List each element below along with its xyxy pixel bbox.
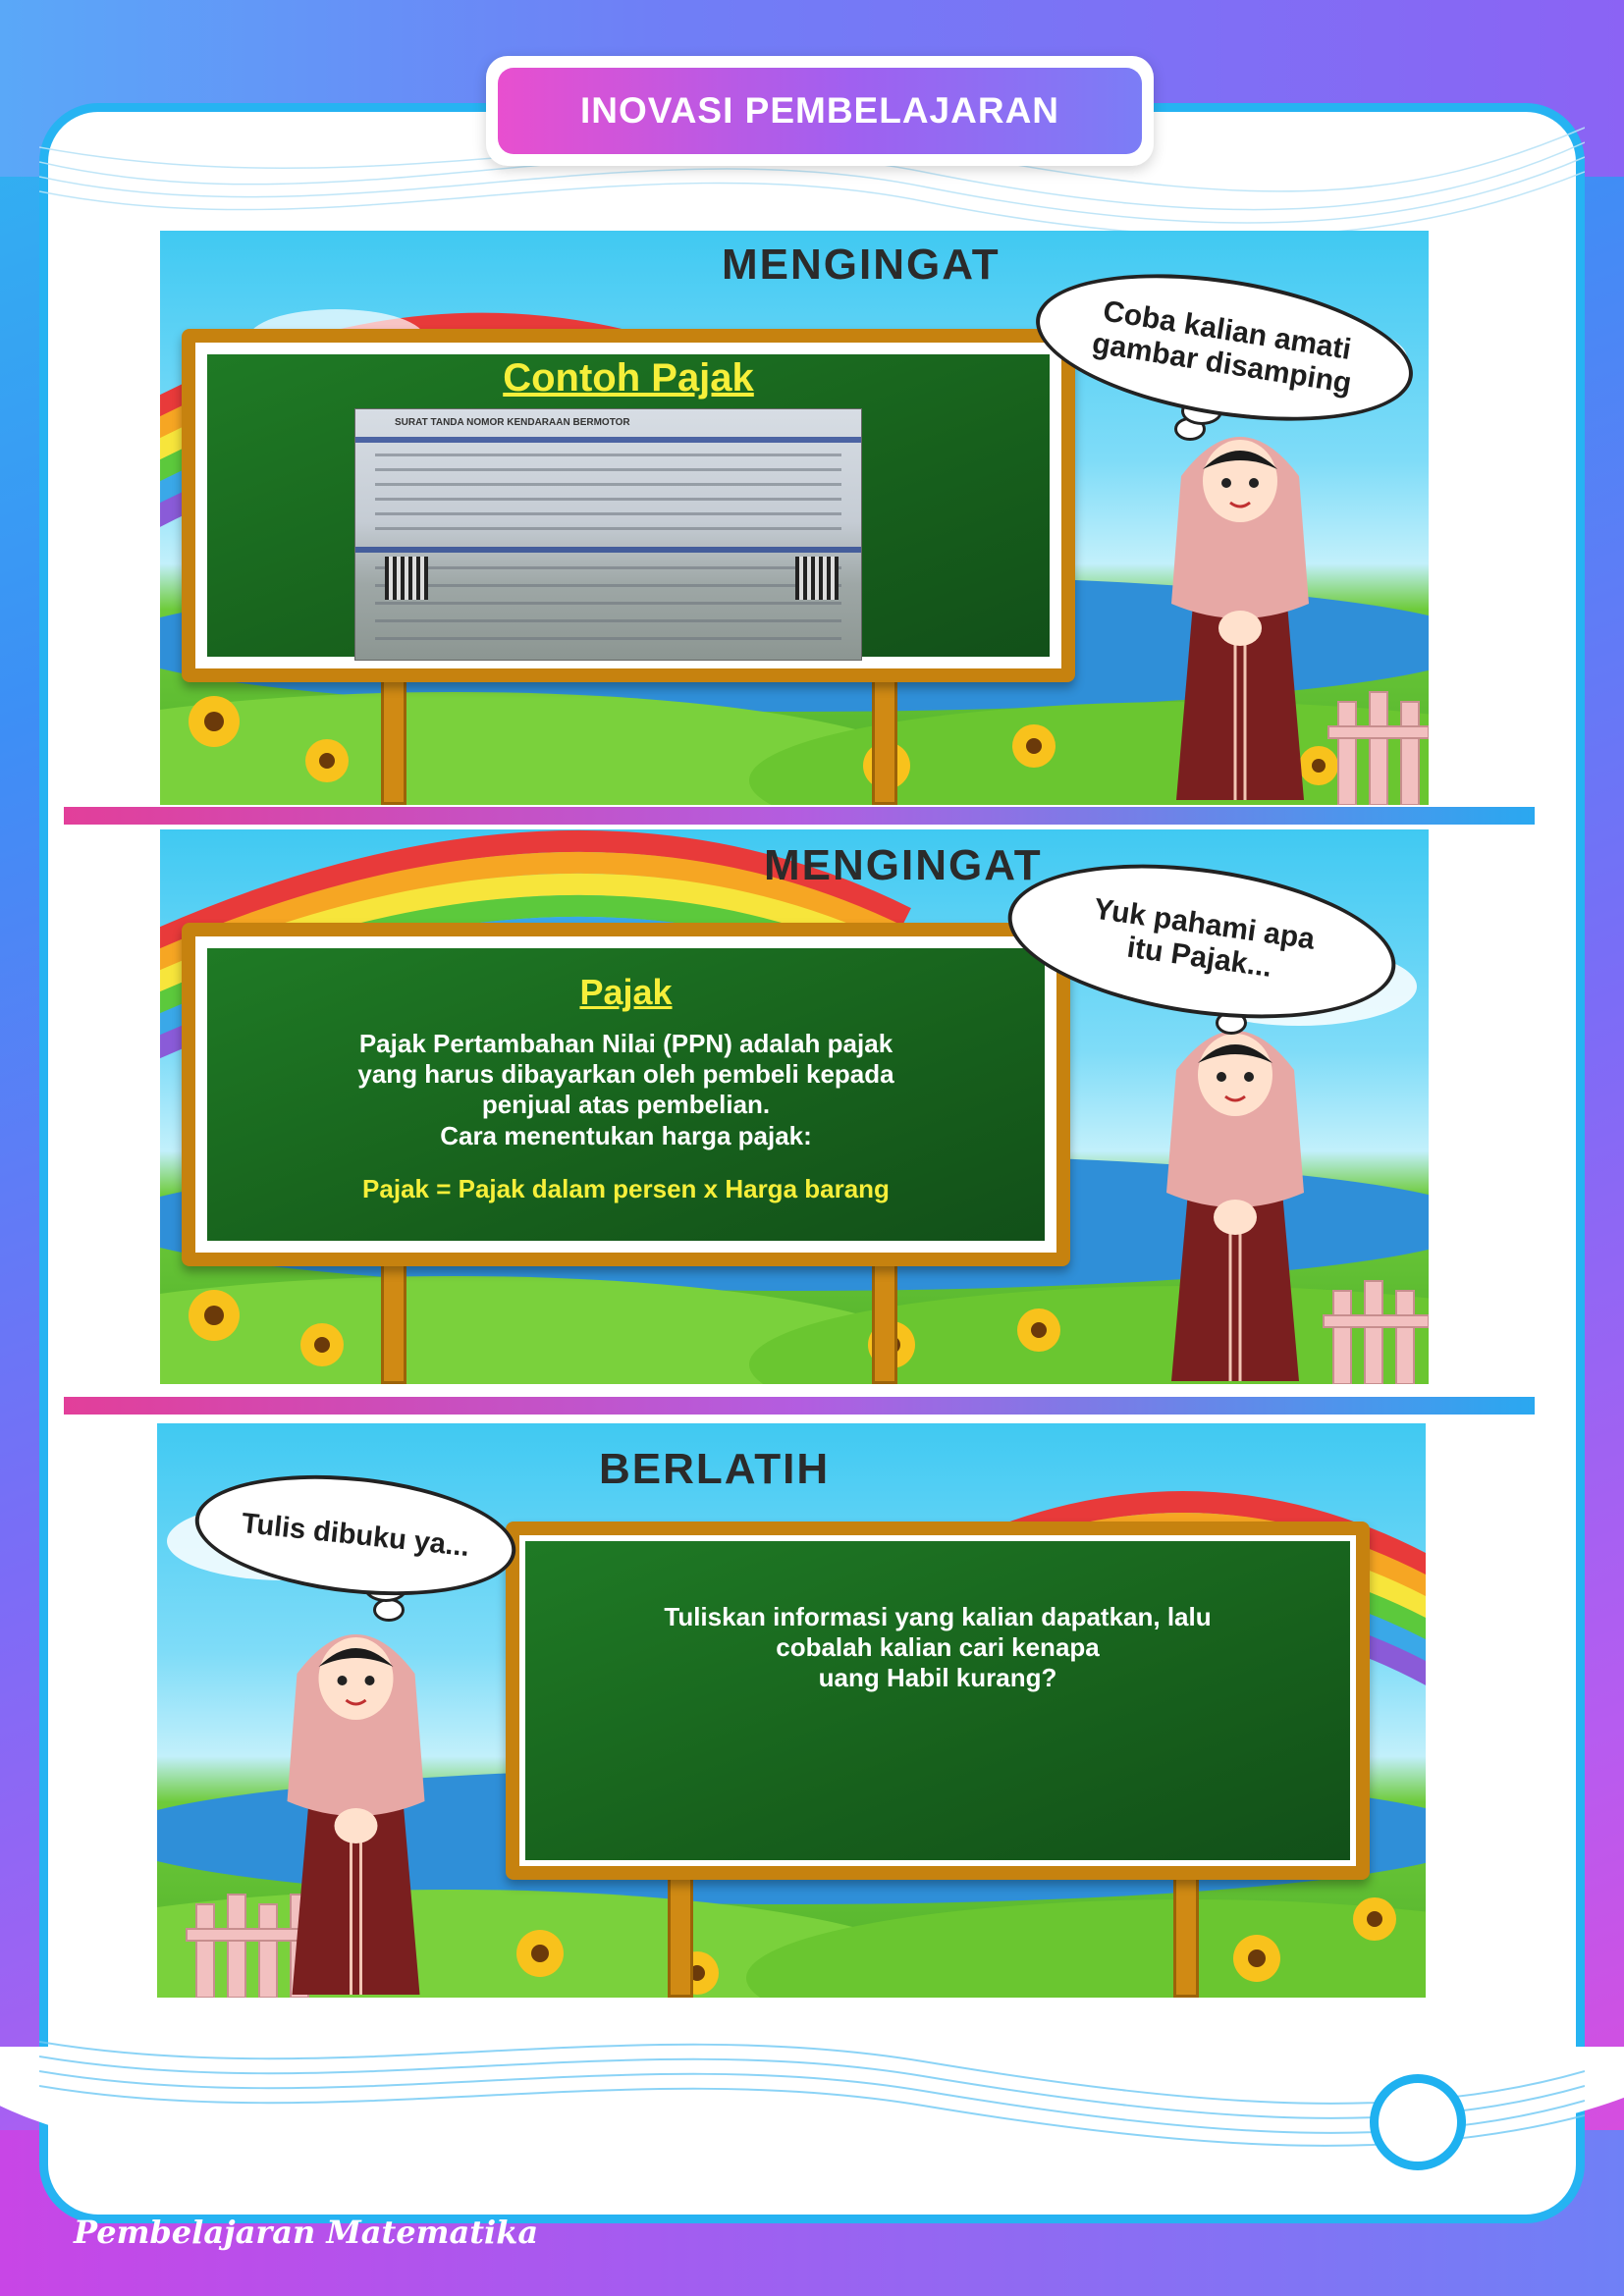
board-leg-right xyxy=(1173,1870,1199,1998)
photo-caption: SURAT TANDA NOMOR KENDARAAN BERMOTOR xyxy=(395,417,630,428)
board-leg-left xyxy=(381,1261,406,1384)
chalkboard-surface: Pajak Pajak Pertambahan Nilai (PPN) adal… xyxy=(207,948,1045,1241)
corner-ring-decoration xyxy=(1370,2074,1466,2170)
girl-character xyxy=(287,1634,425,1995)
board-text: Pajak Pertambahan Nilai (PPN) adalah paj… xyxy=(357,1029,894,1150)
board-leg-right xyxy=(872,1261,897,1384)
header-badge: INOVASI PEMBELAJARAN xyxy=(486,56,1154,166)
board-leg-right xyxy=(872,677,897,805)
slide-divider xyxy=(64,807,1535,825)
board-leg-left xyxy=(668,1870,693,1998)
tax-formula: Pajak = Pajak dalam persen x Harga baran… xyxy=(362,1174,890,1203)
header-badge-inner: INOVASI PEMBELAJARAN xyxy=(498,68,1142,154)
chalkboard: Pajak Pajak Pertambahan Nilai (PPN) adal… xyxy=(182,923,1070,1266)
girl-character xyxy=(1171,437,1309,800)
board-leg-left xyxy=(381,677,406,805)
girl-character xyxy=(1166,1031,1304,1381)
slide-mengingat-contoh: MENGINGAT Contoh Pajak SURAT TANDA NOMOR… xyxy=(160,231,1429,805)
board-text: Tuliskan informasi yang kalian dapatkan,… xyxy=(664,1602,1212,1693)
chalkboard: Tuliskan informasi yang kalian dapatkan,… xyxy=(506,1522,1370,1880)
bottom-wave-decoration xyxy=(39,2041,1585,2147)
chalkboard-surface: Contoh Pajak SURAT TANDA NOMOR KENDARAAN… xyxy=(207,354,1050,661)
footer-line-2: Pembelajaran Matematika xyxy=(74,2214,539,2251)
board-heading: Contoh Pajak xyxy=(503,356,754,400)
slide-title: MENGINGAT xyxy=(722,240,1001,289)
slide-divider xyxy=(64,1397,1535,1415)
slide-mengingat-pajak: MENGINGAT Pajak Pajak Pertambahan Nilai … xyxy=(160,829,1429,1384)
chalkboard-surface: Tuliskan informasi yang kalian dapatkan,… xyxy=(525,1541,1350,1860)
tax-document-photo: SURAT TANDA NOMOR KENDARAAN BERMOTOR xyxy=(354,408,862,661)
chalkboard: Contoh Pajak SURAT TANDA NOMOR KENDARAAN… xyxy=(182,329,1075,682)
footer-line-1: Aplikasi xyxy=(74,2160,216,2197)
slide-title: MENGINGAT xyxy=(764,841,1043,889)
slide-title: BERLATIH xyxy=(599,1445,831,1493)
slide-berlatih: BERLATIH Tuliskan informasi yang kalian … xyxy=(157,1423,1426,1998)
page-title: INOVASI PEMBELAJARAN xyxy=(579,90,1060,131)
board-heading: Pajak xyxy=(579,972,673,1012)
